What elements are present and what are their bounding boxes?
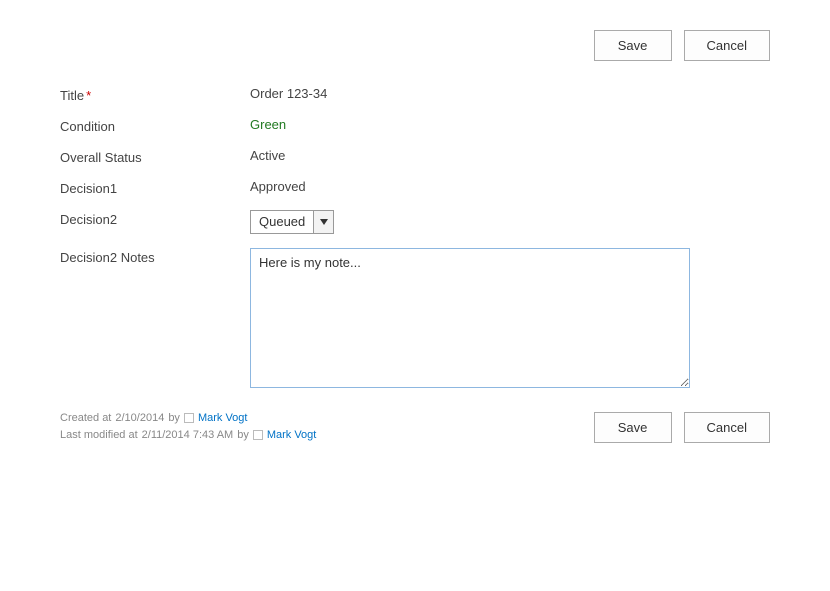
row-decision1: Decision1 Approved [60,179,770,196]
label-decision1: Decision1 [60,179,250,196]
created-meta: Created at 2/10/2014 by Mark Vogt [60,410,316,427]
save-button-top[interactable]: Save [594,30,672,61]
value-title: Order 123-34 [250,86,327,101]
label-decision2-notes: Decision2 Notes [60,248,250,265]
bottom-action-bar: Save Cancel [594,412,770,443]
cancel-button-bottom[interactable]: Cancel [684,412,770,443]
label-overall-status: Overall Status [60,148,250,165]
value-condition: Green [250,117,286,132]
cancel-button-top[interactable]: Cancel [684,30,770,61]
value-decision1: Approved [250,179,306,194]
metadata-block: Created at 2/10/2014 by Mark Vogt Last m… [60,410,316,443]
top-action-bar: Save Cancel [60,30,770,61]
row-condition: Condition Green [60,117,770,134]
label-decision2: Decision2 [60,210,250,227]
row-decision2-notes: Decision2 Notes [60,248,770,388]
presence-icon [253,430,263,440]
value-overall-status: Active [250,148,285,163]
modified-by-user[interactable]: Mark Vogt [267,427,317,444]
decision2-select-value: Queued [251,211,313,233]
row-decision2: Decision2 Queued [60,210,770,234]
label-title: Title* [60,86,250,103]
created-by-user[interactable]: Mark Vogt [198,410,248,427]
chevron-down-icon [313,211,333,233]
decision2-select[interactable]: Queued [250,210,334,234]
required-asterisk: * [86,88,91,103]
decision2-notes-textarea[interactable] [250,248,690,388]
presence-icon [184,413,194,423]
row-overall-status: Overall Status Active [60,148,770,165]
label-condition: Condition [60,117,250,134]
modified-meta: Last modified at 2/11/2014 7:43 AM by Ma… [60,427,316,444]
row-title: Title* Order 123-34 [60,86,770,103]
save-button-bottom[interactable]: Save [594,412,672,443]
